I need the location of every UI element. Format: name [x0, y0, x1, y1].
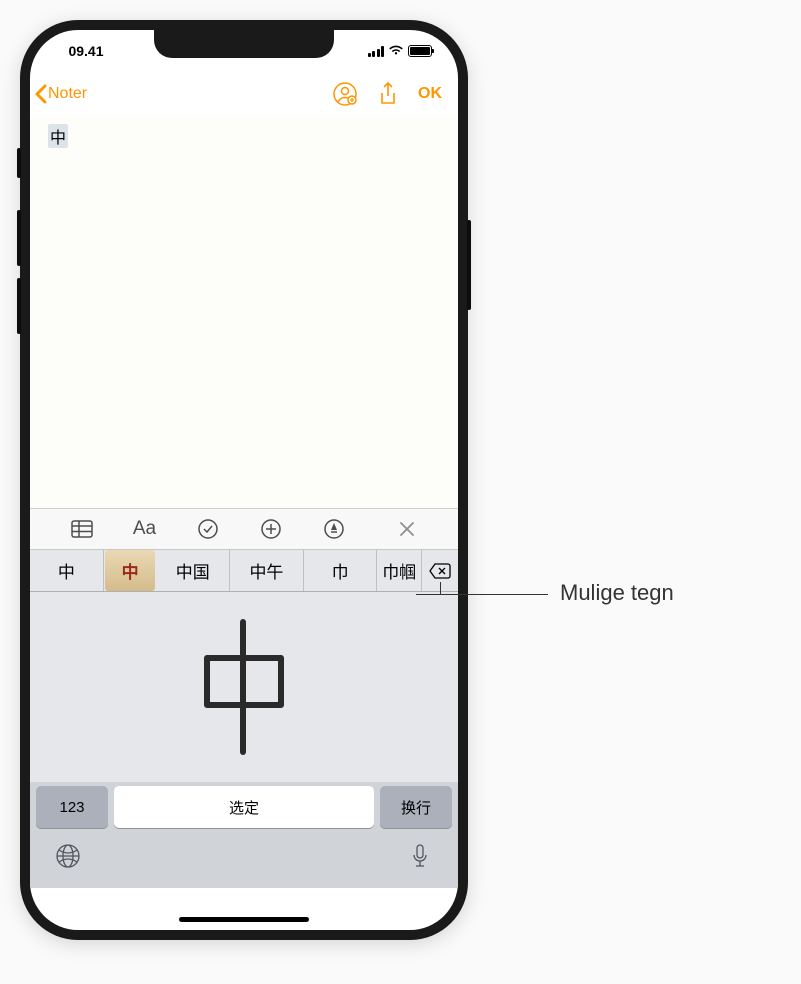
battery-icon — [408, 45, 432, 57]
table-icon[interactable] — [69, 516, 95, 542]
note-editor[interactable]: 中 — [30, 116, 458, 508]
keyboard-bottom-row: 123 选定 换行 — [30, 782, 458, 836]
markup-icon[interactable] — [321, 516, 347, 542]
silence-switch — [17, 148, 21, 178]
format-icon[interactable]: Aa — [132, 516, 158, 542]
phone-frame: 09.41 Noter — [20, 20, 468, 940]
mic-icon[interactable] — [406, 842, 434, 870]
power-button — [467, 220, 471, 310]
add-icon[interactable] — [258, 516, 284, 542]
select-key[interactable]: 选定 — [114, 786, 374, 828]
signal-icon — [368, 46, 385, 57]
return-key[interactable]: 换行 — [380, 786, 452, 828]
callout-label: Mulige tegn — [560, 580, 674, 606]
candidate-3[interactable]: 中午 — [230, 550, 304, 591]
back-button[interactable]: Noter — [34, 83, 87, 105]
candidate-0[interactable]: 中 — [30, 550, 104, 591]
notes-toolbar: Aa — [30, 508, 458, 550]
volume-down-button — [17, 278, 21, 334]
home-indicator[interactable] — [179, 917, 309, 922]
close-icon[interactable] — [394, 516, 420, 542]
handwritten-character — [179, 610, 309, 765]
nav-actions: OK — [332, 81, 450, 107]
status-indicators — [368, 43, 433, 59]
volume-up-button — [17, 210, 21, 266]
keyboard-footer — [30, 836, 458, 888]
callout-line — [440, 594, 548, 595]
share-icon[interactable] — [378, 81, 398, 107]
candidate-1[interactable]: 中 — [105, 550, 156, 591]
candidate-2[interactable]: 中国 — [156, 550, 230, 591]
back-label: Noter — [48, 85, 87, 103]
status-time: 09.41 — [56, 43, 116, 59]
add-person-icon[interactable] — [332, 81, 358, 107]
checklist-icon[interactable] — [195, 516, 221, 542]
candidate-4[interactable]: 巾 — [304, 550, 378, 591]
wifi-icon — [388, 43, 404, 59]
handwriting-input[interactable] — [30, 592, 458, 782]
nav-bar: Noter OK — [30, 72, 458, 116]
candidate-row: 中 中 中国 中午 巾 巾帼 — [30, 550, 458, 592]
globe-icon[interactable] — [54, 842, 82, 870]
screen: 09.41 Noter — [30, 30, 458, 930]
note-character: 中 — [48, 124, 68, 148]
notch — [154, 30, 334, 58]
keyboard: 中 中 中国 中午 巾 巾帼 — [30, 550, 458, 888]
numbers-key[interactable]: 123 — [36, 786, 108, 828]
delete-key[interactable] — [422, 562, 458, 580]
ok-button[interactable]: OK — [418, 85, 450, 103]
